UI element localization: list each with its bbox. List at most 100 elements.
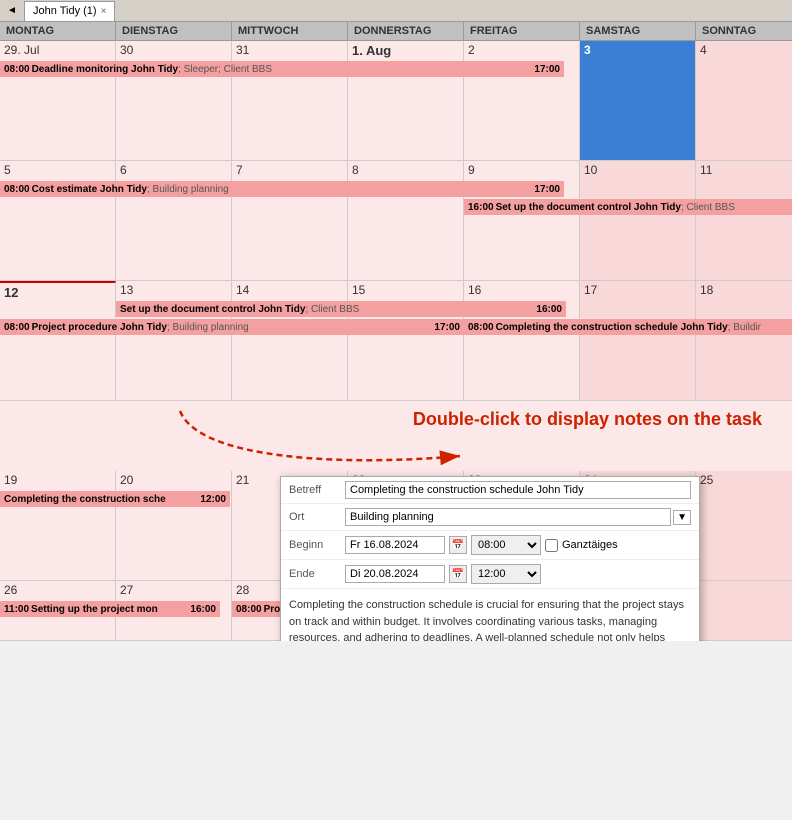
header-freitag: FREITAG	[464, 22, 580, 40]
popup-ort-row: Ort ▼	[281, 504, 699, 531]
day-aug6[interactable]: 6	[116, 161, 232, 281]
day-aug3[interactable]: 3	[580, 41, 696, 161]
date-aug25: 25	[696, 471, 792, 489]
day-jul30[interactable]: 30	[116, 41, 232, 161]
day-aug20[interactable]: 20	[116, 471, 232, 581]
ganztages-label: Ganztäiges	[562, 539, 618, 551]
week-3-dates: 12 13 14 15 16 17 18	[0, 281, 792, 401]
date-aug26: 26	[0, 581, 115, 599]
tab-close-button[interactable]: ×	[101, 6, 107, 17]
ort-label: Ort	[289, 511, 339, 523]
date-aug13: 13	[116, 281, 231, 299]
beginn-label: Beginn	[289, 539, 339, 551]
beginn-cal-icon[interactable]: 📅	[449, 536, 467, 554]
beginn-date-field: 📅 08:00 Ganztäiges	[345, 535, 618, 555]
header-samstag: SAMSTAG	[580, 22, 696, 40]
date-aug19: 19	[0, 471, 115, 489]
date-aug1: 1. Aug	[348, 41, 463, 60]
day-aug14[interactable]: 14	[232, 281, 348, 401]
header-mittwoch: MITTWOCH	[232, 22, 348, 40]
day-aug1[interactable]: 1. Aug	[348, 41, 464, 161]
week-4: 19 20 21 22 23 24 25 Completing	[0, 471, 792, 581]
popup-beginn-row: Beginn 📅 08:00 Ganztäiges	[281, 531, 699, 560]
date-aug15: 15	[348, 281, 463, 299]
date-aug14: 14	[232, 281, 347, 299]
day-aug4[interactable]: 4	[696, 41, 792, 161]
week-3: 12 13 14 15 16 17 18 Set up the	[0, 281, 792, 401]
day-aug9[interactable]: 9	[464, 161, 580, 281]
annotation-text: Double-click to display notes on the tas…	[413, 409, 762, 430]
ort-input[interactable]	[345, 508, 671, 526]
popup-notes: Completing the construction schedule is …	[281, 589, 699, 641]
tab-bar: ◄ John Tidy (1) ×	[0, 0, 792, 22]
app-window: ◄ John Tidy (1) × MONTAG DIENSTAG MITTWO…	[0, 0, 792, 641]
calendar-header: MONTAG DIENSTAG MITTWOCH DONNERSTAG FREI…	[0, 22, 792, 41]
week-1-dates: 29. Jul 30 31 1. Aug 2 3 4	[0, 41, 792, 161]
date-aug8: 8	[348, 161, 463, 179]
ganztages-checkbox[interactable]	[545, 539, 558, 552]
day-sep1[interactable]	[696, 581, 792, 641]
ende-date-field: 📅 12:00	[345, 564, 541, 584]
day-aug2[interactable]: 2	[464, 41, 580, 161]
tab-john-tidy[interactable]: John Tidy (1) ×	[24, 1, 115, 21]
date-jul29: 29. Jul	[0, 41, 115, 59]
week-2: 5 6 7 8 9 10 11 08:00 C	[0, 161, 792, 281]
date-aug3: 3	[580, 41, 695, 59]
day-aug12[interactable]: 12	[0, 281, 116, 401]
date-aug2: 2	[464, 41, 579, 59]
date-aug16: 16	[464, 281, 579, 299]
date-aug6: 6	[116, 161, 231, 179]
ende-time-select[interactable]: 12:00	[471, 564, 541, 584]
week-2-dates: 5 6 7 8 9 10 11	[0, 161, 792, 281]
date-aug5: 5	[0, 161, 115, 179]
ende-date-input[interactable]	[345, 565, 445, 583]
day-aug19[interactable]: 19	[0, 471, 116, 581]
date-aug4: 4	[696, 41, 792, 59]
back-button[interactable]: ◄	[4, 3, 20, 19]
annotation-row: Double-click to display notes on the tas…	[0, 401, 792, 471]
header-dienstag: DIENSTAG	[116, 22, 232, 40]
date-aug27: 27	[116, 581, 231, 599]
beginn-date-input[interactable]	[345, 536, 445, 554]
ende-label: Ende	[289, 568, 339, 580]
tab-title: John Tidy (1)	[33, 5, 97, 17]
day-jul29[interactable]: 29. Jul	[0, 41, 116, 161]
day-aug27[interactable]: 27	[116, 581, 232, 641]
date-aug12: 12	[0, 283, 115, 302]
header-montag: MONTAG	[0, 22, 116, 40]
day-aug26[interactable]: 26	[0, 581, 116, 641]
day-aug17[interactable]: 17	[580, 281, 696, 401]
ganztages-row: Ganztäiges	[545, 539, 618, 552]
day-aug15[interactable]: 15	[348, 281, 464, 401]
date-aug11: 11	[696, 161, 792, 179]
day-aug13[interactable]: 13	[116, 281, 232, 401]
date-aug9: 9	[464, 161, 579, 179]
date-aug17: 17	[580, 281, 695, 299]
date-aug10: 10	[580, 161, 695, 179]
header-donnerstag: DONNERSTAG	[348, 22, 464, 40]
popup-ende-row: Ende 📅 12:00	[281, 560, 699, 589]
day-aug7[interactable]: 7	[232, 161, 348, 281]
date-aug18: 18	[696, 281, 792, 299]
ort-dropdown-button[interactable]: ▼	[673, 510, 691, 525]
task-popup: Betreff Ort ▼ Beginn 📅 08:00	[280, 476, 700, 641]
betreff-input[interactable]	[345, 481, 691, 499]
header-sonntag: SONNTAG	[696, 22, 792, 40]
popup-betreff-row: Betreff	[281, 477, 699, 504]
popup-notes-text: Completing the construction schedule is …	[289, 599, 684, 641]
day-jul31[interactable]: 31	[232, 41, 348, 161]
date-jul31: 31	[232, 41, 347, 59]
beginn-time-select[interactable]: 08:00	[471, 535, 541, 555]
date-jul30: 30	[116, 41, 231, 59]
day-aug16[interactable]: 16	[464, 281, 580, 401]
day-aug8[interactable]: 8	[348, 161, 464, 281]
ende-cal-icon[interactable]: 📅	[449, 565, 467, 583]
day-aug10[interactable]: 10	[580, 161, 696, 281]
betreff-label: Betreff	[289, 484, 339, 496]
day-aug5[interactable]: 5	[0, 161, 116, 281]
day-aug11[interactable]: 11	[696, 161, 792, 281]
date-aug20: 20	[116, 471, 231, 489]
day-aug25[interactable]: 25	[696, 471, 792, 581]
date-aug7: 7	[232, 161, 347, 179]
day-aug18[interactable]: 18	[696, 281, 792, 401]
